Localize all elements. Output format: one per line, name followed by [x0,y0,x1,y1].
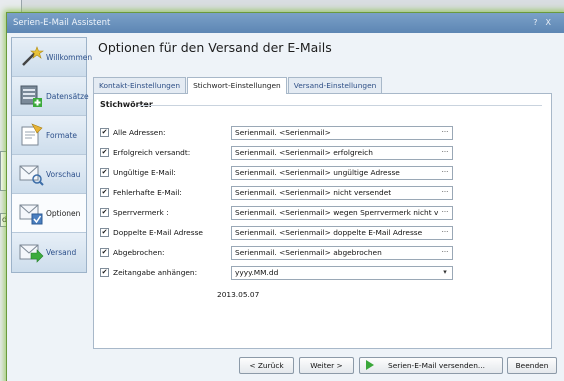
nav-item-vorschau[interactable]: Vorschau [12,155,86,194]
keyword-row: ✔ Ungültige E-Mail: Serienmail. <Serienm… [100,166,540,180]
keyword-field[interactable]: Serienmail. <Serienmail> abgebrochen ··· [231,246,453,260]
wizard-nav: Willkommen Datensätze Formate Vorschau O… [11,37,92,273]
date-format-value: yyyy.MM.dd [235,268,279,277]
keyword-value: Serienmail. <Serienmail> nicht versendet [235,188,392,197]
back-button[interactable]: < Zurück [239,357,294,374]
format-icon [21,123,43,146]
ellipsis-button[interactable]: ··· [438,127,452,139]
keyword-field[interactable]: Serienmail. <Serienmail> erfolgreich ··· [231,146,453,160]
send-button[interactable]: Serien-E-Mail versenden... [359,357,503,374]
keyword-row: ✔ Sperrvermerk : Serienmail. <Serienmail… [100,206,540,220]
window-title: Serien-E-Mail Assistent [13,18,111,28]
nav-item-versand[interactable]: Versand [12,233,86,272]
preview-icon [19,165,44,186]
keyword-label: Abgebrochen: [113,248,165,257]
nav-item-formate[interactable]: Formate [12,116,86,155]
finish-button[interactable]: Beenden [507,357,557,374]
nav-item-willkommen[interactable]: Willkommen [12,38,92,77]
date-preview: 2013.05.07 [217,290,260,299]
tab-stichwort-einstellungen[interactable]: Stichwort-Einstellungen [187,77,287,94]
keyword-checkbox[interactable]: ✔ [100,128,109,137]
keyword-field[interactable]: Serienmail. <Serienmail> nicht versendet… [231,186,453,200]
keyword-checkbox[interactable]: ✔ [100,168,109,177]
nav-label: Willkommen [46,52,93,62]
nav-item-datensaetze[interactable]: Datensätze [12,77,89,116]
tab-versand-einstellungen[interactable]: Versand-Einstellungen [287,77,383,93]
ellipsis-button[interactable]: ··· [438,247,452,259]
ellipsis-button[interactable]: ··· [438,227,452,239]
group-divider [138,105,542,106]
nav-item-optionen[interactable]: Optionen [12,194,86,233]
nav-label: Vorschau [46,169,81,179]
ellipsis-button[interactable]: ··· [438,207,452,219]
database-icon [20,85,42,107]
tab-kontakt-einstellungen[interactable]: Kontakt-Einstellungen [93,77,187,93]
tab-strip: Kontakt-Einstellungen Stichwort-Einstell… [93,77,383,94]
timestamp-checkbox[interactable]: ✔ [100,268,109,277]
wand-icon [22,46,44,66]
nav-label: Formate [46,130,78,140]
keyword-value: Serienmail. <Serienmail> ungültige Adres… [235,168,400,177]
keyword-checkbox[interactable]: ✔ [100,228,109,237]
keyword-label: Erfolgreich versandt: [113,148,191,157]
keyword-label: Ungültige E-Mail: [113,168,176,177]
keyword-label: Alle Adressen: [113,128,166,137]
nav-label: Datensätze [46,91,89,101]
ellipsis-button[interactable]: ··· [438,187,452,199]
keyword-label: Fehlerhafte E-Mail: [113,188,182,197]
help-button[interactable]: ? [533,18,545,27]
close-button[interactable]: X [546,18,559,27]
keyword-checkbox[interactable]: ✔ [100,148,109,157]
options-icon [19,204,43,225]
keyword-checkbox[interactable]: ✔ [100,208,109,217]
nav-label: Optionen [46,208,81,218]
date-format-select[interactable]: yyyy.MM.dd ▾ [231,266,453,280]
keyword-row: ✔ Doppelte E-Mail Adresse Serienmail. <S… [100,226,540,240]
keyword-row: ✔ Abgebrochen: Serienmail. <Serienmail> … [100,246,540,260]
play-icon [366,360,374,370]
wizard-window: Serien-E-Mail Assistent ?X Willkommen Da… [6,12,564,381]
nav-label: Versand [46,248,77,257]
keyword-field[interactable]: Serienmail. <Serienmail> ··· [231,126,453,140]
keyword-value: Serienmail. <Serienmail> abgebrochen [235,248,382,257]
keyword-label: Doppelte E-Mail Adresse [113,228,203,237]
keyword-field[interactable]: Serienmail. <Serienmail> doppelte E-Mail… [231,226,453,240]
ellipsis-button[interactable]: ··· [438,147,452,159]
title-bar: Serien-E-Mail Assistent ?X [7,13,564,33]
ellipsis-button[interactable]: ··· [438,167,452,179]
page-title: Optionen für den Versand der E-Mails [98,40,332,55]
keyword-value: Serienmail. <Serienmail> [235,128,331,137]
keyword-row: ✔ Erfolgreich versandt: Serienmail. <Ser… [100,146,540,160]
keyword-checkbox[interactable]: ✔ [100,248,109,257]
keyword-value: Serienmail. <Serienmail> erfolgreich [235,148,373,157]
send-button-label: Serien-E-Mail versenden... [388,361,485,370]
keyword-field[interactable]: Serienmail. <Serienmail> ungültige Adres… [231,166,453,180]
keyword-row: ✔ Fehlerhafte E-Mail: Serienmail. <Serie… [100,186,540,200]
keyword-label: Sperrvermerk : [113,208,169,217]
next-button[interactable]: Weiter > [299,357,354,374]
keyword-value: Serienmail. <Serienmail> wegen Sperrverm… [235,208,445,217]
keyword-field[interactable]: Serienmail. <Serienmail> wegen Sperrverm… [231,206,453,220]
send-icon [19,244,44,263]
chevron-down-icon[interactable]: ▾ [438,267,452,279]
keyword-value: Serienmail. <Serienmail> doppelte E-Mail… [235,228,423,237]
keyword-row: ✔ Alle Adressen: Serienmail. <Serienmail… [100,126,540,140]
settings-panel: Stichwörter ✔ Alle Adressen: Serienmail.… [93,93,552,349]
keyword-checkbox[interactable]: ✔ [100,188,109,197]
timestamp-label: Zeitangabe anhängen: [113,268,198,277]
timestamp-row: ✔ Zeitangabe anhängen: yyyy.MM.dd ▾ [100,266,540,280]
